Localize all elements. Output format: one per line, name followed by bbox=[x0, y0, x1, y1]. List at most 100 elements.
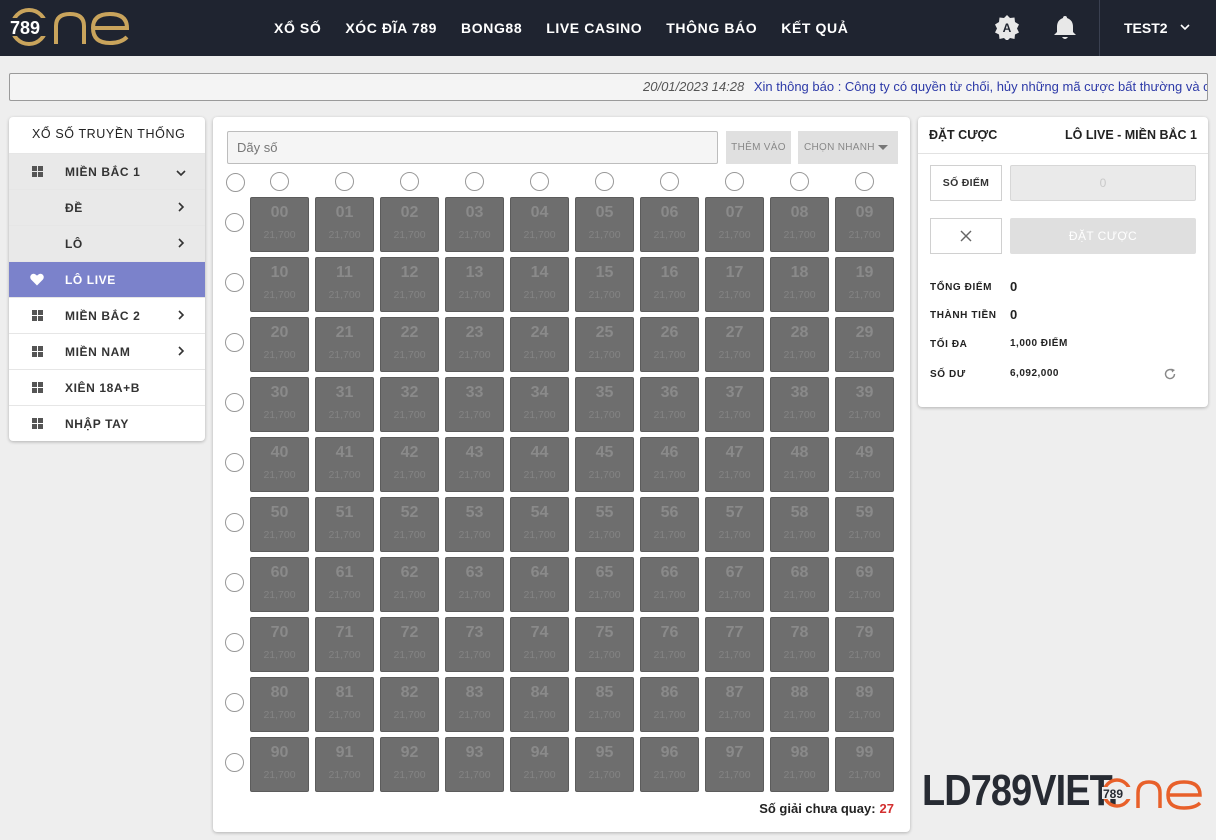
row-select-radio[interactable] bbox=[225, 693, 244, 712]
number-cell[interactable]: 93 21,700 bbox=[445, 737, 504, 792]
number-cell[interactable]: 62 21,700 bbox=[380, 557, 439, 612]
number-cell[interactable]: 08 21,700 bbox=[770, 197, 829, 252]
number-cell[interactable]: 01 21,700 bbox=[315, 197, 374, 252]
number-cell[interactable]: 65 21,700 bbox=[575, 557, 634, 612]
number-cell[interactable]: 19 21,700 bbox=[835, 257, 894, 312]
number-cell[interactable]: 33 21,700 bbox=[445, 377, 504, 432]
number-cell[interactable]: 91 21,700 bbox=[315, 737, 374, 792]
number-cell[interactable]: 17 21,700 bbox=[705, 257, 764, 312]
sidebar-item-mien-bac-1[interactable]: MIỀN BẮC 1 bbox=[9, 153, 205, 189]
number-cell[interactable]: 27 21,700 bbox=[705, 317, 764, 372]
number-cell[interactable]: 70 21,700 bbox=[250, 617, 309, 672]
number-cell[interactable]: 90 21,700 bbox=[250, 737, 309, 792]
number-cell[interactable]: 32 21,700 bbox=[380, 377, 439, 432]
number-cell[interactable]: 03 21,700 bbox=[445, 197, 504, 252]
column-select-radio[interactable] bbox=[465, 172, 484, 191]
nav-ket-qua[interactable]: KẾT QUẢ bbox=[781, 20, 848, 36]
row-select-radio[interactable] bbox=[225, 273, 244, 292]
nav-xo-so[interactable]: XỔ SỐ bbox=[274, 20, 321, 36]
number-cell[interactable]: 80 21,700 bbox=[250, 677, 309, 732]
clear-button[interactable] bbox=[930, 218, 1002, 254]
number-cell[interactable]: 56 21,700 bbox=[640, 497, 699, 552]
number-cell[interactable]: 21 21,700 bbox=[315, 317, 374, 372]
number-cell[interactable]: 50 21,700 bbox=[250, 497, 309, 552]
quick-pick-button[interactable]: CHỌN NHANH bbox=[798, 131, 898, 164]
number-cell[interactable]: 10 21,700 bbox=[250, 257, 309, 312]
number-cell[interactable]: 24 21,700 bbox=[510, 317, 569, 372]
number-cell[interactable]: 13 21,700 bbox=[445, 257, 504, 312]
number-cell[interactable]: 63 21,700 bbox=[445, 557, 504, 612]
number-cell[interactable]: 09 21,700 bbox=[835, 197, 894, 252]
sidebar-item-mien-bac-2[interactable]: MIỀN BẮC 2 bbox=[9, 297, 205, 333]
number-cell[interactable]: 23 21,700 bbox=[445, 317, 504, 372]
number-cell[interactable]: 00 21,700 bbox=[250, 197, 309, 252]
number-cell[interactable]: 49 21,700 bbox=[835, 437, 894, 492]
number-cell[interactable]: 72 21,700 bbox=[380, 617, 439, 672]
number-cell[interactable]: 97 21,700 bbox=[705, 737, 764, 792]
brand-logo[interactable]: 789 bbox=[8, 6, 133, 48]
number-cell[interactable]: 76 21,700 bbox=[640, 617, 699, 672]
number-cell[interactable]: 39 21,700 bbox=[835, 377, 894, 432]
number-cell[interactable]: 38 21,700 bbox=[770, 377, 829, 432]
number-cell[interactable]: 57 21,700 bbox=[705, 497, 764, 552]
number-cell[interactable]: 77 21,700 bbox=[705, 617, 764, 672]
row-select-radio[interactable] bbox=[225, 333, 244, 352]
refresh-icon[interactable] bbox=[1163, 367, 1177, 381]
number-cell[interactable]: 45 21,700 bbox=[575, 437, 634, 492]
number-cell[interactable]: 61 21,700 bbox=[315, 557, 374, 612]
number-cell[interactable]: 40 21,700 bbox=[250, 437, 309, 492]
nav-live-casino[interactable]: LIVE CASINO bbox=[546, 20, 642, 36]
column-select-radio[interactable] bbox=[530, 172, 549, 191]
number-cell[interactable]: 25 21,700 bbox=[575, 317, 634, 372]
number-cell[interactable]: 84 21,700 bbox=[510, 677, 569, 732]
number-cell[interactable]: 04 21,700 bbox=[510, 197, 569, 252]
number-cell[interactable]: 28 21,700 bbox=[770, 317, 829, 372]
number-cell[interactable]: 16 21,700 bbox=[640, 257, 699, 312]
number-cell[interactable]: 54 21,700 bbox=[510, 497, 569, 552]
column-select-radio[interactable] bbox=[725, 172, 744, 191]
number-cell[interactable]: 02 21,700 bbox=[380, 197, 439, 252]
column-select-radio[interactable] bbox=[335, 172, 354, 191]
column-select-radio[interactable] bbox=[790, 172, 809, 191]
number-cell[interactable]: 96 21,700 bbox=[640, 737, 699, 792]
number-cell[interactable]: 12 21,700 bbox=[380, 257, 439, 312]
row-select-radio[interactable] bbox=[225, 753, 244, 772]
number-cell[interactable]: 79 21,700 bbox=[835, 617, 894, 672]
number-cell[interactable]: 07 21,700 bbox=[705, 197, 764, 252]
bell-icon[interactable] bbox=[1052, 14, 1078, 40]
number-cell[interactable]: 66 21,700 bbox=[640, 557, 699, 612]
nav-thong-bao[interactable]: THÔNG BÁO bbox=[666, 20, 757, 36]
number-cell[interactable]: 51 21,700 bbox=[315, 497, 374, 552]
column-select-radio[interactable] bbox=[595, 172, 614, 191]
number-cell[interactable]: 67 21,700 bbox=[705, 557, 764, 612]
number-cell[interactable]: 78 21,700 bbox=[770, 617, 829, 672]
number-cell[interactable]: 41 21,700 bbox=[315, 437, 374, 492]
number-cell[interactable]: 44 21,700 bbox=[510, 437, 569, 492]
row-select-radio[interactable] bbox=[225, 513, 244, 532]
number-series-input[interactable] bbox=[227, 131, 718, 164]
number-cell[interactable]: 30 21,700 bbox=[250, 377, 309, 432]
number-cell[interactable]: 05 21,700 bbox=[575, 197, 634, 252]
number-cell[interactable]: 31 21,700 bbox=[315, 377, 374, 432]
number-cell[interactable]: 73 21,700 bbox=[445, 617, 504, 672]
number-cell[interactable]: 42 21,700 bbox=[380, 437, 439, 492]
sidebar-item-lo-live[interactable]: LÔ LIVE bbox=[9, 261, 205, 297]
number-cell[interactable]: 34 21,700 bbox=[510, 377, 569, 432]
number-cell[interactable]: 88 21,700 bbox=[770, 677, 829, 732]
number-cell[interactable]: 83 21,700 bbox=[445, 677, 504, 732]
number-cell[interactable]: 52 21,700 bbox=[380, 497, 439, 552]
number-cell[interactable]: 58 21,700 bbox=[770, 497, 829, 552]
add-button[interactable]: THÊM VÀO bbox=[726, 131, 791, 164]
language-badge-icon[interactable]: A bbox=[994, 14, 1020, 41]
number-cell[interactable]: 98 21,700 bbox=[770, 737, 829, 792]
row-select-radio[interactable] bbox=[225, 393, 244, 412]
sidebar-item-de[interactable]: ĐỀ bbox=[9, 189, 205, 225]
number-cell[interactable]: 22 21,700 bbox=[380, 317, 439, 372]
row-select-radio[interactable] bbox=[225, 453, 244, 472]
all-select-radio[interactable] bbox=[226, 173, 245, 192]
number-cell[interactable]: 75 21,700 bbox=[575, 617, 634, 672]
number-cell[interactable]: 14 21,700 bbox=[510, 257, 569, 312]
number-cell[interactable]: 81 21,700 bbox=[315, 677, 374, 732]
number-cell[interactable]: 48 21,700 bbox=[770, 437, 829, 492]
number-cell[interactable]: 71 21,700 bbox=[315, 617, 374, 672]
